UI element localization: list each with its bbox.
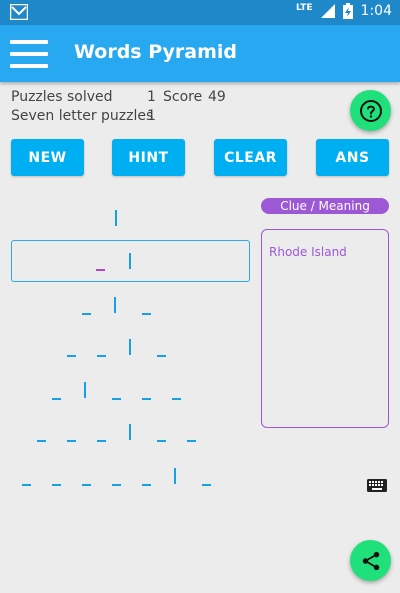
- letter-slot[interactable]: [172, 398, 181, 400]
- letter-slot[interactable]: [37, 440, 46, 442]
- letter-slot[interactable]: [67, 355, 76, 357]
- letter-slot[interactable]: [142, 313, 151, 315]
- letter-slot[interactable]: [112, 484, 121, 486]
- letter-slot[interactable]: [97, 440, 106, 442]
- letter-cursor[interactable]: [174, 468, 176, 484]
- letter-cursor[interactable]: [129, 339, 131, 355]
- help-button[interactable]: [350, 90, 391, 131]
- keyboard-icon[interactable]: [367, 479, 387, 492]
- word-pyramid: [0, 0, 255, 593]
- battery-icon: [342, 3, 353, 19]
- ans-button[interactable]: ANS: [316, 139, 389, 176]
- letter-cursor[interactable]: [114, 297, 116, 313]
- clue-text: Rhode Island: [269, 245, 347, 259]
- letter-cursor[interactable]: [129, 424, 131, 440]
- network-label: LTE: [296, 3, 313, 13]
- letter-slot[interactable]: [97, 355, 106, 357]
- letter-cursor[interactable]: [84, 382, 86, 398]
- letter-cursor[interactable]: [115, 210, 117, 226]
- signal-icon: [320, 4, 335, 18]
- letter-slot[interactable]: [142, 398, 151, 400]
- clue-header: Clue / Meaning: [261, 198, 389, 214]
- letter-slot[interactable]: [82, 484, 91, 486]
- letter-slot[interactable]: [96, 269, 105, 271]
- letter-slot[interactable]: [157, 355, 166, 357]
- share-icon: [362, 551, 379, 570]
- letter-slot[interactable]: [22, 484, 31, 486]
- letter-slot[interactable]: [157, 440, 166, 442]
- clock: 1:04: [360, 3, 392, 19]
- share-button[interactable]: [350, 540, 391, 581]
- letter-slot[interactable]: [142, 484, 151, 486]
- letter-slot[interactable]: [67, 440, 76, 442]
- letter-cursor[interactable]: [129, 253, 131, 269]
- letter-slot[interactable]: [82, 313, 91, 315]
- letter-slot[interactable]: [52, 484, 61, 486]
- letter-slot[interactable]: [112, 398, 121, 400]
- letter-slot[interactable]: [52, 398, 61, 400]
- clue-box: Rhode Island: [261, 229, 389, 428]
- letter-slot[interactable]: [202, 484, 211, 486]
- help-circle-icon: [359, 99, 382, 122]
- letter-slot[interactable]: [187, 440, 196, 442]
